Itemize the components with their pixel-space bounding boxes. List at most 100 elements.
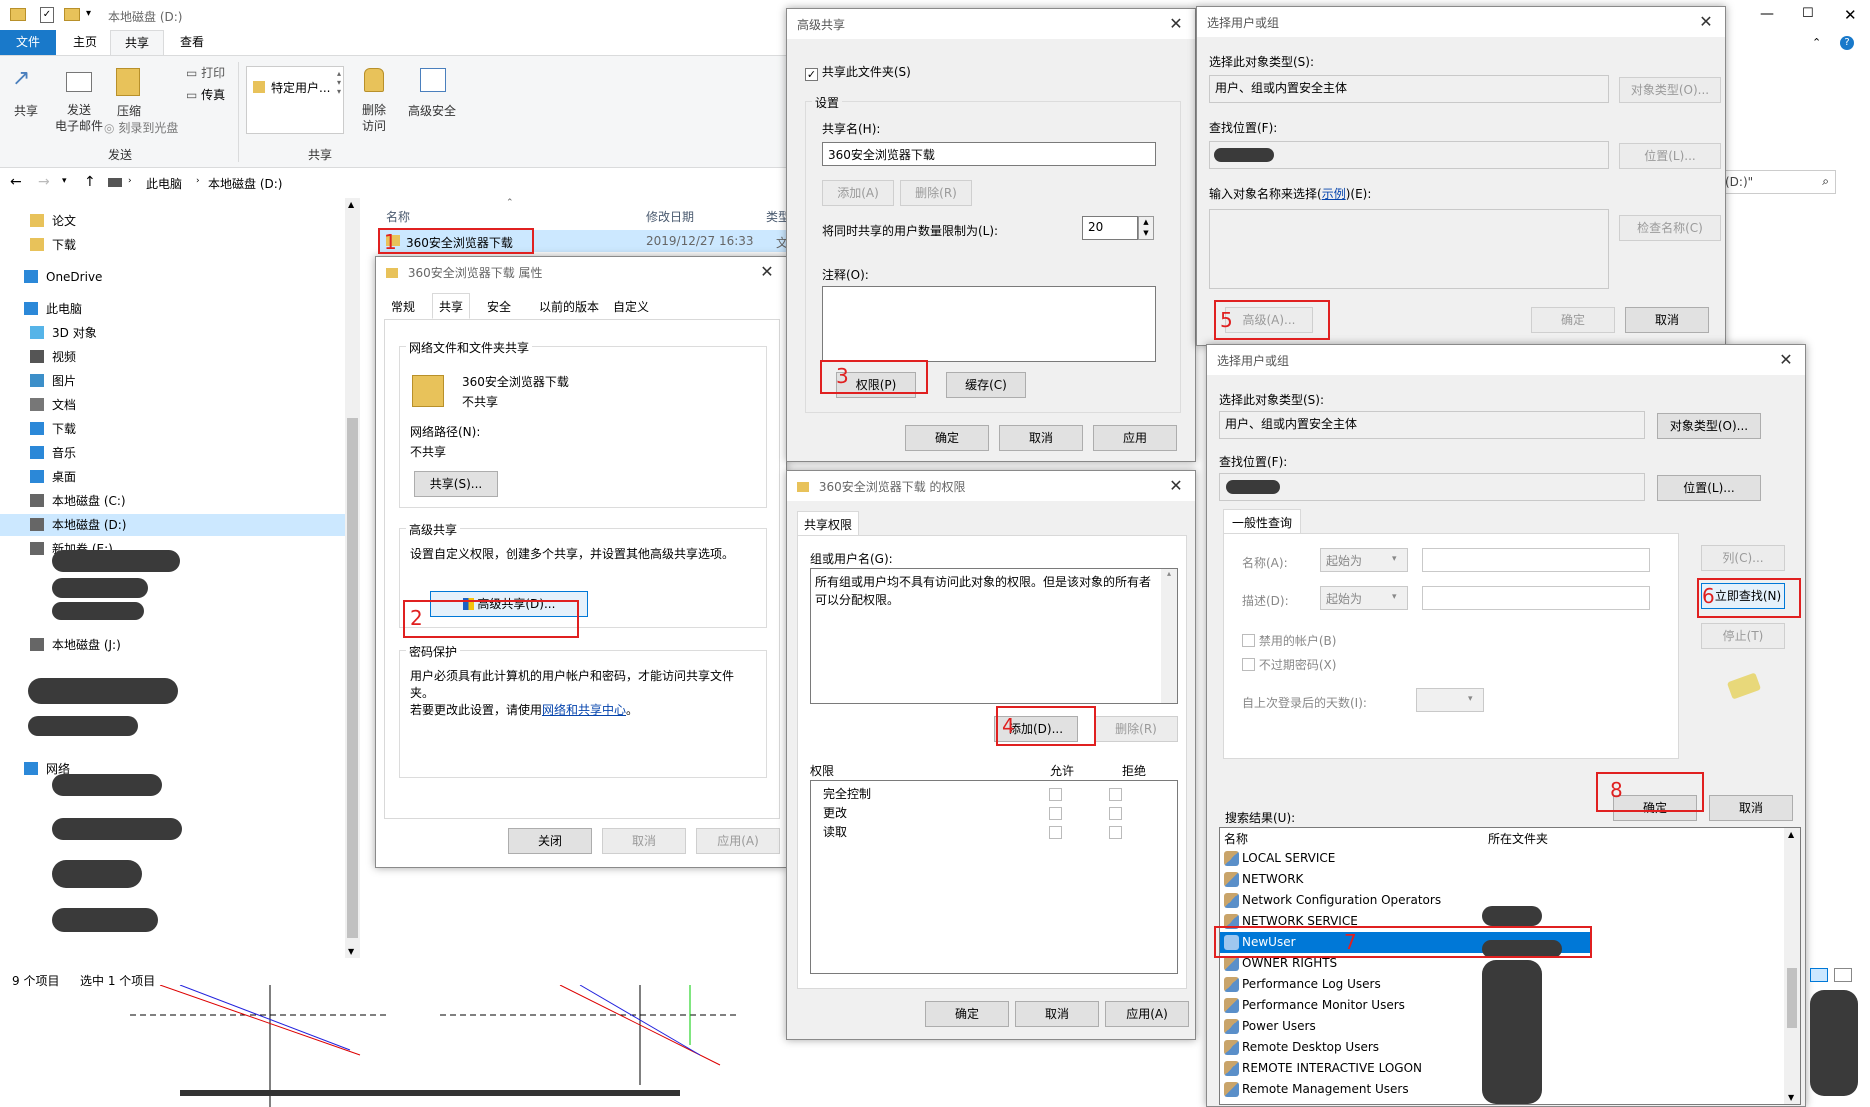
- results-col-name[interactable]: 名称: [1224, 830, 1248, 847]
- nav-scroll-thumb[interactable]: [347, 418, 358, 938]
- specific-users-box[interactable]: 特定用户... ▴ ▾ ▾: [246, 66, 344, 134]
- adv-close-icon[interactable]: ✕: [1165, 13, 1187, 35]
- email-button[interactable]: 发送 电子邮件: [52, 64, 106, 134]
- share-remove-button[interactable]: 删除(R): [900, 180, 972, 206]
- sel1-close-icon[interactable]: ✕: [1695, 11, 1717, 33]
- qat-dropdown-icon[interactable]: ▾: [86, 8, 91, 19]
- history-dropdown-icon[interactable]: ▾: [62, 176, 67, 186]
- sel1-ok-button[interactable]: 确定: [1531, 307, 1615, 333]
- sel1-examples-link[interactable]: 示例: [1322, 187, 1346, 201]
- adv-cancel-button[interactable]: 取消: [999, 425, 1083, 451]
- deny-checkbox[interactable]: [1109, 826, 1122, 839]
- nav-item[interactable]: 本地磁盘 (J:): [0, 634, 345, 656]
- share-name-input[interactable]: 360安全浏览器下载: [822, 142, 1156, 166]
- nav-scrollbar[interactable]: ▲ ▼: [345, 198, 360, 958]
- non-expiring-checkbox[interactable]: [1242, 658, 1255, 671]
- sel1-names-textarea[interactable]: [1209, 209, 1609, 289]
- nav-item[interactable]: 下载: [0, 234, 345, 256]
- properties-quick-icon[interactable]: ✓: [40, 7, 54, 23]
- perm-ok-button[interactable]: 确定: [925, 1001, 1009, 1027]
- share-folder-checkbox[interactable]: 共享此文件夹(S): [805, 63, 911, 81]
- share-dialog-button[interactable]: 共享(S)...: [414, 471, 498, 497]
- sel2-days-select[interactable]: [1416, 688, 1484, 712]
- sel2-object-types-button[interactable]: 对象类型(O)...: [1657, 413, 1761, 439]
- sel2-cancel-button[interactable]: 取消: [1709, 795, 1793, 821]
- perm-close-icon[interactable]: ✕: [1165, 475, 1187, 497]
- minimize-icon[interactable]: —: [1760, 6, 1774, 22]
- nav-item[interactable]: 3D 对象: [0, 322, 345, 344]
- close-icon[interactable]: ✕: [1844, 6, 1857, 24]
- adv-apply-button[interactable]: 应用: [1093, 425, 1177, 451]
- user-limit-spinner[interactable]: ▲ ▼: [1138, 216, 1154, 240]
- caching-button[interactable]: 缓存(C): [946, 372, 1026, 398]
- tab-sharing[interactable]: 共享: [432, 293, 471, 319]
- perm-tab-share[interactable]: 共享权限: [797, 511, 860, 538]
- nav-item[interactable]: 网络: [0, 758, 345, 780]
- sel1-check-names-button[interactable]: 检查名称(C): [1619, 215, 1721, 241]
- allow-checkbox[interactable]: [1049, 826, 1062, 839]
- properties-cancel-button[interactable]: 取消: [602, 828, 686, 854]
- col-header-date[interactable]: 修改日期: [646, 208, 694, 225]
- nav-item[interactable]: 论文: [0, 210, 345, 232]
- adv-security-button[interactable]: 高级安全: [402, 64, 462, 124]
- print-button[interactable]: ▭ 打印: [186, 64, 225, 82]
- tab-file[interactable]: 文件: [0, 30, 56, 55]
- nav-item[interactable]: 图片: [0, 370, 345, 392]
- nav-item[interactable]: 桌面: [0, 466, 345, 488]
- allow-checkbox[interactable]: [1049, 807, 1062, 820]
- sel2-close-icon[interactable]: ✕: [1775, 349, 1797, 371]
- perm-apply-button[interactable]: 应用(A): [1105, 1001, 1189, 1027]
- properties-close-icon[interactable]: ✕: [756, 261, 778, 283]
- sel2-desc-mode-chevron[interactable]: ▾: [1392, 592, 1397, 602]
- tab-security[interactable]: 安全: [480, 293, 518, 317]
- sel1-cancel-button[interactable]: 取消: [1625, 307, 1709, 333]
- fax-button[interactable]: ▭ 传真: [186, 86, 225, 104]
- disabled-accounts-checkbox[interactable]: [1242, 634, 1255, 647]
- sel2-columns-button[interactable]: 列(C)...: [1701, 545, 1785, 571]
- sel2-days-chevron[interactable]: ▾: [1468, 694, 1473, 704]
- sel2-locations-button[interactable]: 位置(L)...: [1657, 475, 1761, 501]
- sel2-name-mode-chevron[interactable]: ▾: [1392, 554, 1397, 564]
- zip-button[interactable]: 压缩: [108, 64, 150, 124]
- sel2-results-list[interactable]: 名称 所在文件夹 LOCAL SERVICE NETWORK Network Con…: [1219, 827, 1801, 1105]
- gallery-scroll-icon[interactable]: ▴ ▾ ▾: [337, 69, 341, 96]
- tab-customize[interactable]: 自定义: [606, 293, 656, 317]
- network-center-link[interactable]: 网络和共享中心: [542, 703, 626, 717]
- help-icon[interactable]: ?: [1840, 36, 1854, 50]
- sel2-disabled-accounts[interactable]: 禁用的帐户(B): [1242, 632, 1336, 649]
- result-row[interactable]: NETWORK: [1220, 869, 1590, 890]
- results-scroll-thumb[interactable]: [1787, 968, 1797, 1028]
- properties-apply-button[interactable]: 应用(A): [696, 828, 780, 854]
- properties-close-button[interactable]: 关闭: [508, 828, 592, 854]
- breadcrumb-this-pc[interactable]: 此电脑: [146, 175, 182, 192]
- deny-checkbox[interactable]: [1109, 807, 1122, 820]
- forward-icon[interactable]: →: [38, 174, 50, 190]
- up-icon[interactable]: ↑: [84, 174, 96, 190]
- perm-remove-button[interactable]: 删除(R): [1094, 716, 1178, 742]
- tab-view[interactable]: 查看: [168, 30, 216, 55]
- user-limit-input[interactable]: 20: [1082, 216, 1138, 240]
- nav-item[interactable]: 视频: [0, 346, 345, 368]
- breadcrumb-drive-d[interactable]: 本地磁盘 (D:): [208, 175, 282, 192]
- tiles-view-icon[interactable]: [1834, 968, 1852, 982]
- nav-item[interactable]: 本地磁盘 (C:): [0, 490, 345, 512]
- new-folder-quick-icon[interactable]: [64, 8, 80, 21]
- sel2-tab-common-queries[interactable]: 一般性查询: [1223, 509, 1302, 536]
- details-view-icon[interactable]: [1810, 968, 1828, 982]
- col-header-name[interactable]: 名称: [386, 208, 410, 225]
- nav-item[interactable]: OneDrive: [0, 266, 345, 288]
- sel2-stop-button[interactable]: 停止(T): [1701, 623, 1785, 649]
- deny-checkbox[interactable]: [1109, 788, 1122, 801]
- adv-ok-button[interactable]: 确定: [905, 425, 989, 451]
- result-row[interactable]: LOCAL SERVICE: [1220, 848, 1590, 869]
- search-box[interactable]: (D:)" ⌕: [1720, 170, 1836, 194]
- sel1-object-types-button[interactable]: 对象类型(O)...: [1619, 77, 1721, 103]
- perm-list-scroll[interactable]: ▴: [1161, 569, 1177, 703]
- share-button[interactable]: ↗ 共享: [6, 64, 46, 124]
- ribbon-collapse-icon[interactable]: ⌃: [1812, 36, 1821, 49]
- sel2-non-expiring[interactable]: 不过期密码(X): [1242, 656, 1336, 673]
- address-bar[interactable]: › 此电脑 › 本地磁盘 (D:): [104, 170, 794, 196]
- burn-button[interactable]: ◎ 刻录到光盘: [104, 119, 178, 137]
- sel2-desc-input[interactable]: [1422, 586, 1650, 610]
- results-scrollbar[interactable]: ▲ ▼: [1784, 828, 1800, 1104]
